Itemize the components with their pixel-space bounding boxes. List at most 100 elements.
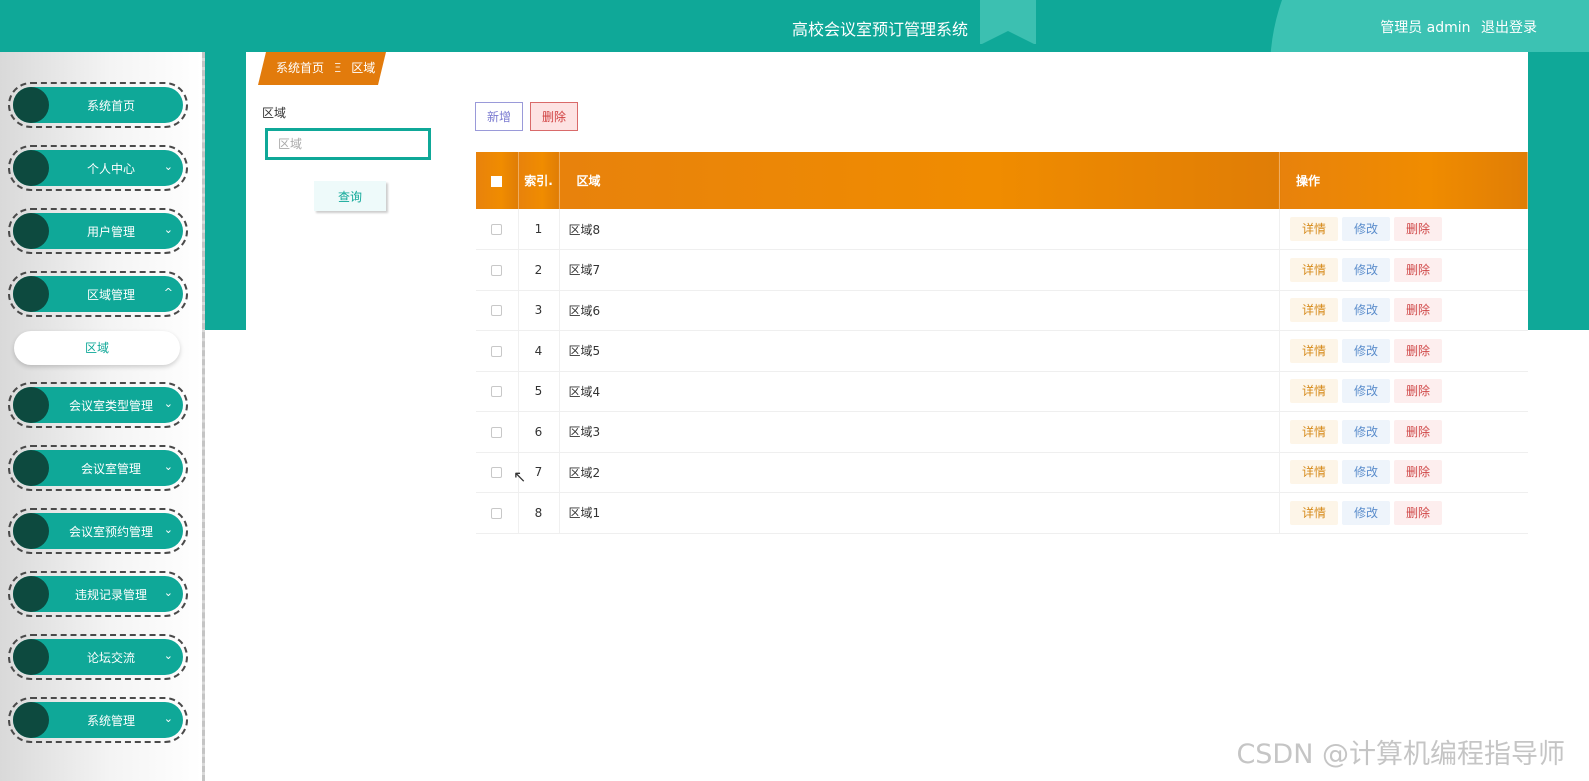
chevron-down-icon: ⌄ [163, 223, 173, 236]
delete-button[interactable]: 删除 [1394, 217, 1442, 241]
row-actions: 详情 修改 删除 [1279, 290, 1528, 331]
main-panel: 系统首页 Ξ 区域 区域 查询 新增 删除 索引. 区域 操作 1区域8详情修改… [246, 52, 1528, 781]
row-checkbox[interactable] [491, 224, 503, 235]
detail-button[interactable]: 详情 [1290, 460, 1338, 485]
row-select-cell [476, 290, 519, 331]
delete-button[interactable]: 删除 [1394, 379, 1442, 404]
row-area: 区域5 [559, 330, 1280, 372]
sidebar-item-reservation-management[interactable]: 会议室预约管理 ⌄ [8, 508, 188, 554]
row-select-cell [476, 411, 519, 453]
actions-column-header: 操作 [1279, 152, 1528, 209]
top-header: 高校会议室预订管理系统 管理员 admin 退出登录 [0, 0, 1589, 52]
row-actions: 详情 修改 删除 [1279, 411, 1528, 453]
row-select-cell [476, 209, 519, 250]
menu-dot-icon [13, 213, 49, 249]
menu-dot-icon [13, 276, 49, 312]
row-index: 2 [518, 249, 560, 291]
row-checkbox[interactable] [491, 507, 503, 519]
row-checkbox[interactable] [491, 426, 503, 438]
row-actions: 详情 修改 删除 [1279, 209, 1528, 250]
breadcrumb-home[interactable]: 系统首页 [276, 61, 324, 75]
delete-button[interactable]: 删除 [1394, 460, 1442, 485]
delete-button[interactable]: 删除 [1394, 500, 1442, 525]
user-area: 管理员 admin 退出登录 [1374, 17, 1537, 37]
row-select-cell [476, 249, 519, 291]
row-select-cell [476, 492, 519, 534]
delete-button[interactable]: 删除 [1394, 257, 1442, 282]
edit-button[interactable]: 修改 [1342, 257, 1390, 282]
sidebar-item-label: 会议室管理 [80, 462, 141, 476]
area-table: 索引. 区域 操作 1 区域8 详情 修改 删除 2 区域7 详情 修改 删除 3 区域6 详情 修改 删除… [476, 152, 1528, 534]
row-index: 4 [518, 330, 560, 372]
sidebar-item-home[interactable]: 系统首页 [8, 82, 188, 128]
sidebar-item-label: 区域管理 [86, 288, 135, 302]
row-checkbox[interactable] [491, 264, 503, 276]
delete-button[interactable]: 删除 [1394, 419, 1442, 444]
edit-button[interactable]: 修改 [1342, 217, 1390, 241]
row-area: 区域6 [559, 290, 1280, 331]
sidebar-item-label: 系统管理 [86, 714, 135, 728]
chevron-down-icon: ⌄ [163, 586, 173, 599]
delete-button[interactable]: 删除 [1394, 298, 1442, 323]
detail-button[interactable]: 详情 [1290, 257, 1338, 282]
sidebar-item-label: 论坛交流 [86, 651, 135, 665]
menu-dot-icon [13, 387, 49, 423]
row-actions: 详情 修改 删除 [1279, 492, 1528, 534]
row-checkbox[interactable] [491, 305, 503, 317]
row-index: 6 [518, 411, 560, 453]
sidebar-item-system-management[interactable]: 系统管理 ⌄ [8, 697, 188, 743]
edit-button[interactable]: 修改 [1342, 419, 1390, 444]
query-button[interactable]: 查询 [314, 181, 386, 211]
row-checkbox[interactable] [491, 345, 503, 357]
sidebar-item-forum[interactable]: 论坛交流 ⌄ [8, 634, 188, 680]
watermark: CSDN @计算机编程指导师 [1236, 739, 1565, 770]
add-button[interactable]: 新增 [475, 102, 523, 131]
select-all-checkbox[interactable] [491, 175, 503, 187]
row-area: 区域1 [559, 492, 1280, 534]
table-row: 5 区域4 详情 修改 删除 [476, 371, 1528, 412]
sidebar-item-area-management[interactable]: 区域管理 ^ [8, 271, 188, 317]
edit-button[interactable]: 修改 [1342, 298, 1390, 323]
batch-delete-button[interactable]: 删除 [530, 102, 578, 131]
row-checkbox[interactable] [491, 386, 503, 398]
index-column-header: 索引. [518, 152, 560, 209]
row-index: 3 [518, 290, 560, 331]
table-row: 6 区域3 详情 修改 删除 [476, 411, 1528, 453]
breadcrumb-separator-icon: Ξ [333, 61, 342, 75]
sidebar-item-room-type-management[interactable]: 会议室类型管理 ⌄ [8, 382, 188, 428]
detail-button[interactable]: 详情 [1290, 500, 1338, 525]
detail-button[interactable]: 详情 [1290, 379, 1338, 404]
edit-button[interactable]: 修改 [1342, 500, 1390, 525]
sidebar-item-label: 会议室预约管理 [68, 525, 153, 539]
edit-button[interactable]: 修改 [1342, 460, 1390, 485]
row-area: 区域2 [559, 452, 1280, 493]
row-index: 5 [518, 371, 560, 412]
detail-button[interactable]: 详情 [1290, 298, 1338, 323]
delete-button[interactable]: 删除 [1394, 338, 1442, 363]
row-select-cell [476, 371, 519, 412]
edit-button[interactable]: 修改 [1342, 338, 1390, 363]
menu-dot-icon [13, 702, 49, 738]
sidebar-item-user-management[interactable]: 用户管理 ⌄ [8, 208, 188, 254]
sidebar-item-violation-management[interactable]: 违规记录管理 ⌄ [8, 571, 188, 617]
menu-dot-icon [13, 639, 49, 675]
edit-button[interactable]: 修改 [1342, 379, 1390, 404]
app-title: 高校会议室预订管理系统 [791, 20, 968, 39]
table-row: 3 区域6 详情 修改 删除 [476, 290, 1528, 331]
sidebar-subitem-area[interactable]: 区域 [14, 331, 180, 365]
table-row: 8 区域1 详情 修改 删除 [476, 492, 1528, 534]
logout-link[interactable]: 退出登录 [1481, 20, 1537, 36]
breadcrumb: 系统首页 Ξ 区域 [258, 52, 386, 85]
select-all-header [476, 152, 519, 209]
area-search-input[interactable] [265, 128, 431, 160]
row-checkbox[interactable] [491, 467, 503, 479]
row-actions: 详情 修改 删除 [1279, 452, 1528, 493]
row-actions: 详情 修改 删除 [1279, 371, 1528, 412]
detail-button[interactable]: 详情 [1290, 217, 1338, 241]
sidebar-item-personal-center[interactable]: 个人中心 ⌄ [8, 145, 188, 191]
detail-button[interactable]: 详情 [1290, 338, 1338, 363]
search-label: 区域 [262, 106, 287, 120]
sidebar: 系统首页 个人中心 ⌄ 用户管理 ⌄ 区域管理 ^ 区域 会议室类型管理 ⌄ 会… [0, 52, 205, 781]
detail-button[interactable]: 详情 [1290, 419, 1338, 444]
sidebar-item-room-management[interactable]: 会议室管理 ⌄ [8, 445, 188, 491]
